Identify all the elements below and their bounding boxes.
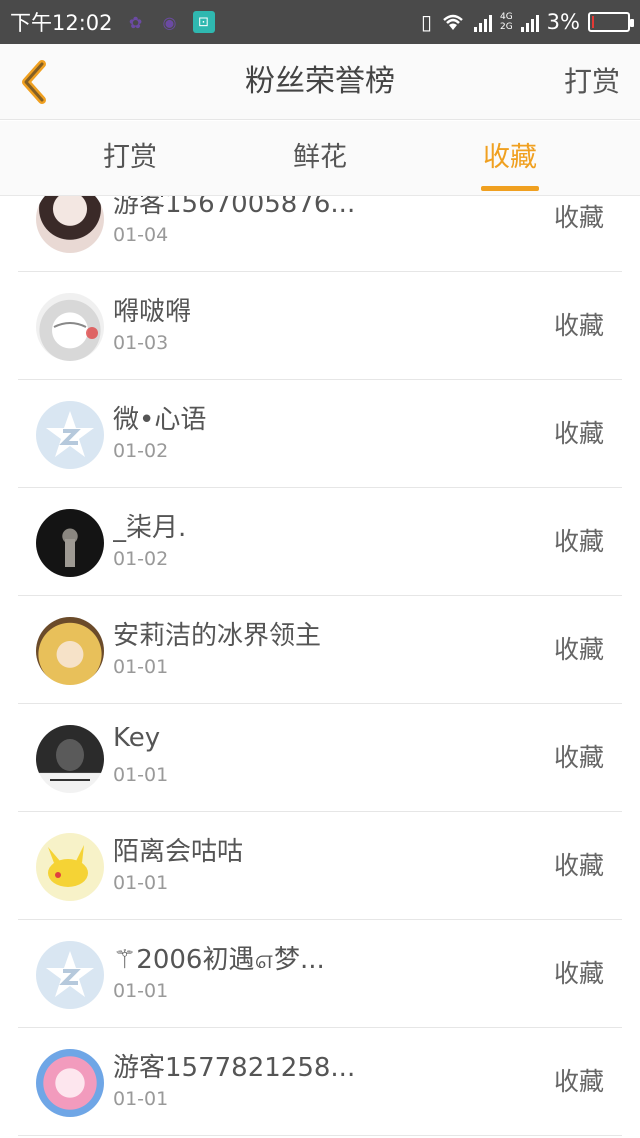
- activity-type: 收藏: [553, 311, 604, 340]
- list-item[interactable]: 游客1567005876... 01-04 收藏: [18, 196, 622, 272]
- list-item[interactable]: 陌离会咕咕 01-01 收藏: [18, 812, 622, 920]
- activity-type: 收藏: [553, 635, 604, 664]
- list-item[interactable]: 嘚啵嘚 01-03 收藏: [18, 272, 622, 380]
- activity-date: 01-01: [113, 764, 169, 786]
- battery-percent: 3%: [546, 10, 580, 34]
- battery-level: [592, 16, 595, 28]
- signal-icon-2: [520, 12, 539, 32]
- tab-flowers[interactable]: 鲜花: [260, 121, 380, 196]
- fan-list: 游客1567005876... 01-04 收藏 嘚啵嘚 01-03 收藏 微•…: [18, 196, 622, 1138]
- app-header: 粉丝荣誉榜 打赏: [0, 44, 640, 120]
- avatar: [36, 617, 104, 685]
- activity-date: 01-02: [113, 548, 169, 570]
- network-type: 4G 2G: [499, 12, 513, 32]
- activity-date: 01-01: [113, 1088, 169, 1110]
- tab-bar: 打赏 鲜花 收藏: [0, 121, 640, 196]
- app-notification-icon-2: ◉: [162, 12, 177, 32]
- user-name: 游客1567005876...: [113, 196, 356, 219]
- tab-reward[interactable]: 打赏: [70, 121, 190, 196]
- activity-date: 01-02: [113, 440, 169, 462]
- user-name: 安莉洁的冰界领主: [113, 621, 322, 651]
- activity-type: 收藏: [553, 419, 604, 448]
- activity-date: 01-01: [113, 656, 169, 678]
- qq-star-icon: [46, 411, 94, 457]
- avatar: [36, 293, 104, 361]
- status-bar: 下午12:02 ✿ ◉ ⊡ ▯ 4G 2G 3%: [0, 0, 640, 44]
- user-name: 陌离会咕咕: [113, 837, 244, 867]
- activity-date: 01-03: [113, 332, 169, 354]
- activity-date: 01-01: [113, 872, 169, 894]
- tab-favorites[interactable]: 收藏: [450, 121, 570, 196]
- avatar: [36, 941, 104, 1009]
- avatar: [36, 1049, 104, 1117]
- status-time: 下午12:02: [10, 11, 113, 35]
- user-name: Key: [113, 723, 161, 753]
- page-title: 粉丝荣誉榜: [245, 64, 395, 99]
- list-item[interactable]: 安莉洁的冰界领主 01-01 收藏: [18, 596, 622, 704]
- list-item[interactable]: ⚚2006初遇௭梦... 01-01 收藏: [18, 920, 622, 1028]
- avatar: [36, 196, 104, 253]
- avatar: [36, 725, 104, 793]
- activity-date: 01-04: [113, 224, 169, 246]
- reward-button[interactable]: 打赏: [564, 44, 620, 120]
- user-name: ⚚2006初遇௭梦...: [113, 945, 325, 975]
- activity-type: 收藏: [553, 851, 604, 880]
- avatar: [36, 509, 104, 577]
- activity-type: 收藏: [553, 527, 604, 556]
- activity-type: 收藏: [553, 959, 604, 988]
- avatar: [36, 833, 104, 901]
- wifi-icon: [443, 14, 463, 30]
- user-name: 游客1577821258...: [113, 1053, 356, 1083]
- activity-date: 01-01: [113, 980, 169, 1002]
- active-tab-indicator: [481, 186, 539, 191]
- avatar: [36, 401, 104, 469]
- battery-icon: [588, 12, 634, 32]
- signal-icon: [473, 12, 492, 32]
- app-notification-icon: ✿: [128, 12, 143, 32]
- list-item[interactable]: 微•心语 01-02 收藏: [18, 380, 622, 488]
- list-item[interactable]: 游客1577821258... 01-01 收藏: [18, 1028, 622, 1136]
- list-item[interactable]: _柒月. 01-02 收藏: [18, 488, 622, 596]
- scan-app-icon: ⊡: [192, 11, 215, 33]
- user-name: _柒月.: [113, 513, 187, 543]
- list-item[interactable]: Key 01-01 收藏: [18, 704, 622, 812]
- activity-type: 收藏: [553, 203, 604, 232]
- qq-star-icon: [46, 951, 94, 997]
- activity-type: 收藏: [553, 743, 604, 772]
- user-name: 微•心语: [113, 405, 207, 435]
- vibrate-icon: ▯: [420, 10, 432, 34]
- activity-type: 收藏: [553, 1067, 604, 1096]
- user-name: 嘚啵嘚: [113, 297, 192, 327]
